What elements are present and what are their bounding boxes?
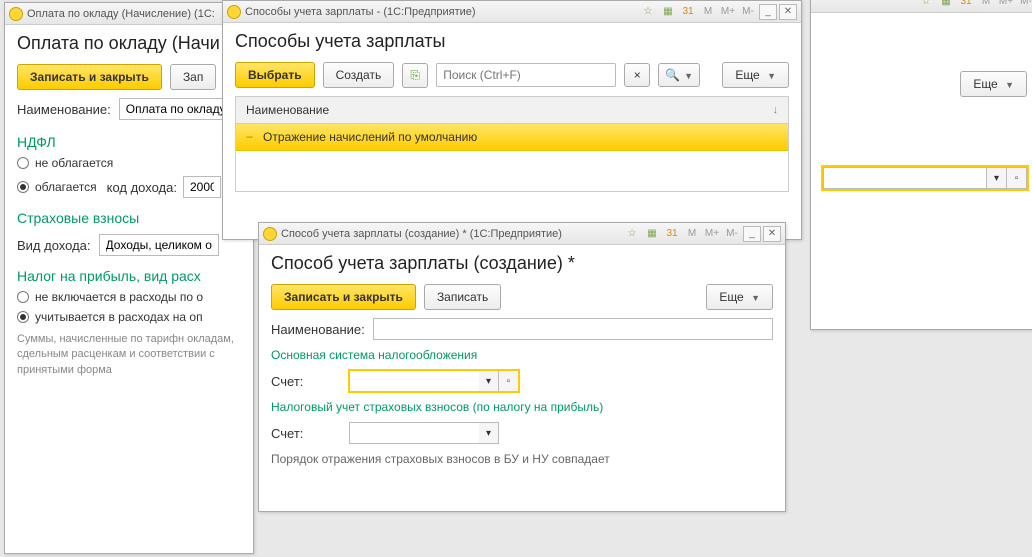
sv-header: Страховые взносы (17, 210, 241, 226)
table-row[interactable]: − Отражение начислений по умолчанию (236, 124, 788, 151)
mplus-icon[interactable]: M+ (703, 226, 721, 242)
back-combo-input[interactable] (823, 167, 987, 189)
np-yes-label: учитывается в расходах на оп (35, 310, 203, 324)
window3-title: Способ учета зарплаты (создание) * (1С:П… (281, 228, 619, 240)
sort-indicator-icon: ↓ (773, 104, 779, 116)
page-title: Способы учета зарплаты (235, 31, 789, 52)
ndfl-no-label: не облагается (35, 156, 113, 170)
account2-label: Счет: (271, 426, 341, 441)
caret-down-icon: ▼ (684, 71, 693, 81)
ndfl-no-radio[interactable] (17, 157, 29, 169)
copy-button[interactable]: ⎘ (402, 63, 428, 88)
open-dialog-icon[interactable]: ▫ (499, 370, 519, 392)
m-icon[interactable]: M (977, 0, 995, 10)
m-icon[interactable]: M (699, 4, 717, 20)
ndfl-header: НДФЛ (17, 134, 241, 150)
help-text: Суммы, начисленные по тарифн окладам, сд… (17, 332, 241, 378)
minimize-icon[interactable]: _ (743, 226, 761, 242)
mminus-icon[interactable]: M- (723, 226, 741, 242)
caret-down-icon: ▼ (751, 293, 760, 303)
kod-label: код дохода: (107, 180, 177, 195)
name-label: Наименование: (271, 322, 365, 337)
mplus-icon[interactable]: M+ (719, 4, 737, 20)
mminus-icon[interactable]: M- (739, 4, 757, 20)
table-header[interactable]: Наименование ↓ (236, 97, 788, 124)
page-title: Способ учета зарплаты (создание) * (271, 253, 773, 274)
section-insurance-tax: Налоговый учет страховых взносов (по нал… (271, 400, 773, 414)
dropdown-icon[interactable]: ▾ (479, 422, 499, 444)
row-marker-icon: − (246, 130, 253, 144)
caret-down-icon: ▼ (1005, 80, 1014, 90)
np-no-label: не включается в расходы по о (35, 290, 203, 304)
vid-input[interactable] (99, 234, 219, 256)
account2-input[interactable] (349, 422, 479, 444)
dropdown-icon[interactable]: ▾ (987, 167, 1007, 189)
find-button[interactable]: 🔍▼ (658, 63, 700, 87)
window2-title: Способы учета зарплаты - (1С:Предприятие… (245, 6, 635, 18)
np-header: Налог на прибыль, вид расх (17, 268, 241, 284)
calendar-icon[interactable]: 31 (957, 0, 975, 10)
name-input[interactable] (119, 98, 229, 120)
dropdown-icon[interactable]: ▾ (479, 370, 499, 392)
account-label: Счет: (271, 374, 341, 389)
page-title: Оплата по окладу (Начи (17, 33, 241, 54)
save-close-button[interactable]: Записать и закрыть (17, 64, 162, 90)
more-button[interactable]: Еще ▼ (722, 62, 789, 88)
more-label: Еще (735, 68, 759, 82)
calc-icon[interactable]: ▦ (937, 0, 955, 10)
app-icon (9, 7, 23, 21)
app-icon (263, 227, 277, 241)
close-icon[interactable]: ✕ (779, 4, 797, 20)
create-button[interactable]: Создать (323, 62, 395, 88)
star-icon[interactable]: ☆ (917, 0, 935, 10)
footer-note: Порядок отражения страховых взносов в БУ… (271, 452, 773, 466)
table-empty-area (236, 151, 788, 191)
ndfl-yes-label: облагается (35, 180, 97, 194)
row-text: Отражение начислений по умолчанию (263, 130, 477, 144)
np-no-radio[interactable] (17, 291, 29, 303)
calc-icon[interactable]: ▦ (643, 226, 661, 242)
save-button[interactable]: Записать (424, 284, 501, 310)
caret-down-icon: ▼ (767, 71, 776, 81)
np-yes-radio[interactable] (17, 311, 29, 323)
star-icon[interactable]: ☆ (639, 4, 657, 20)
more-button-back[interactable]: Еще ▼ (960, 71, 1027, 97)
search-icon: 🔍 (665, 68, 680, 82)
x-icon: × (634, 68, 641, 82)
save-button[interactable]: Зап (170, 64, 216, 90)
name-label: Наименование: (17, 102, 111, 117)
col-name: Наименование (246, 103, 329, 117)
close-icon[interactable]: ✕ (763, 226, 781, 242)
m-icon[interactable]: M (683, 226, 701, 242)
vid-label: Вид дохода: (17, 238, 91, 253)
name-input[interactable] (373, 318, 773, 340)
more-label: Еще (719, 290, 743, 304)
search-input[interactable] (436, 63, 616, 87)
window1-title: Оплата по окладу (Начисление) (1С: (27, 8, 249, 20)
save-close-button[interactable]: Записать и закрыть (271, 284, 416, 310)
ndfl-yes-radio[interactable] (17, 181, 29, 193)
more-label: Еще (973, 77, 997, 91)
section-main-tax: Основная система налогообложения (271, 348, 773, 362)
mminus-icon[interactable]: M- (1017, 0, 1032, 10)
calc-icon[interactable]: ▦ (659, 4, 677, 20)
select-button[interactable]: Выбрать (235, 62, 315, 88)
minimize-icon[interactable]: _ (759, 4, 777, 20)
list-table: Наименование ↓ − Отражение начислений по… (235, 96, 789, 192)
calendar-icon[interactable]: 31 (679, 4, 697, 20)
star-icon[interactable]: ☆ (623, 226, 641, 242)
clear-search-button[interactable]: × (624, 63, 650, 87)
copy-icon: ⎘ (410, 68, 420, 82)
calendar-icon[interactable]: 31 (663, 226, 681, 242)
account-input[interactable] (349, 370, 479, 392)
app-icon (227, 5, 241, 19)
more-button[interactable]: Еще ▼ (706, 284, 773, 310)
mplus-icon[interactable]: M+ (997, 0, 1015, 10)
open-icon[interactable]: ▫ (1007, 167, 1027, 189)
kod-input[interactable] (183, 176, 221, 198)
